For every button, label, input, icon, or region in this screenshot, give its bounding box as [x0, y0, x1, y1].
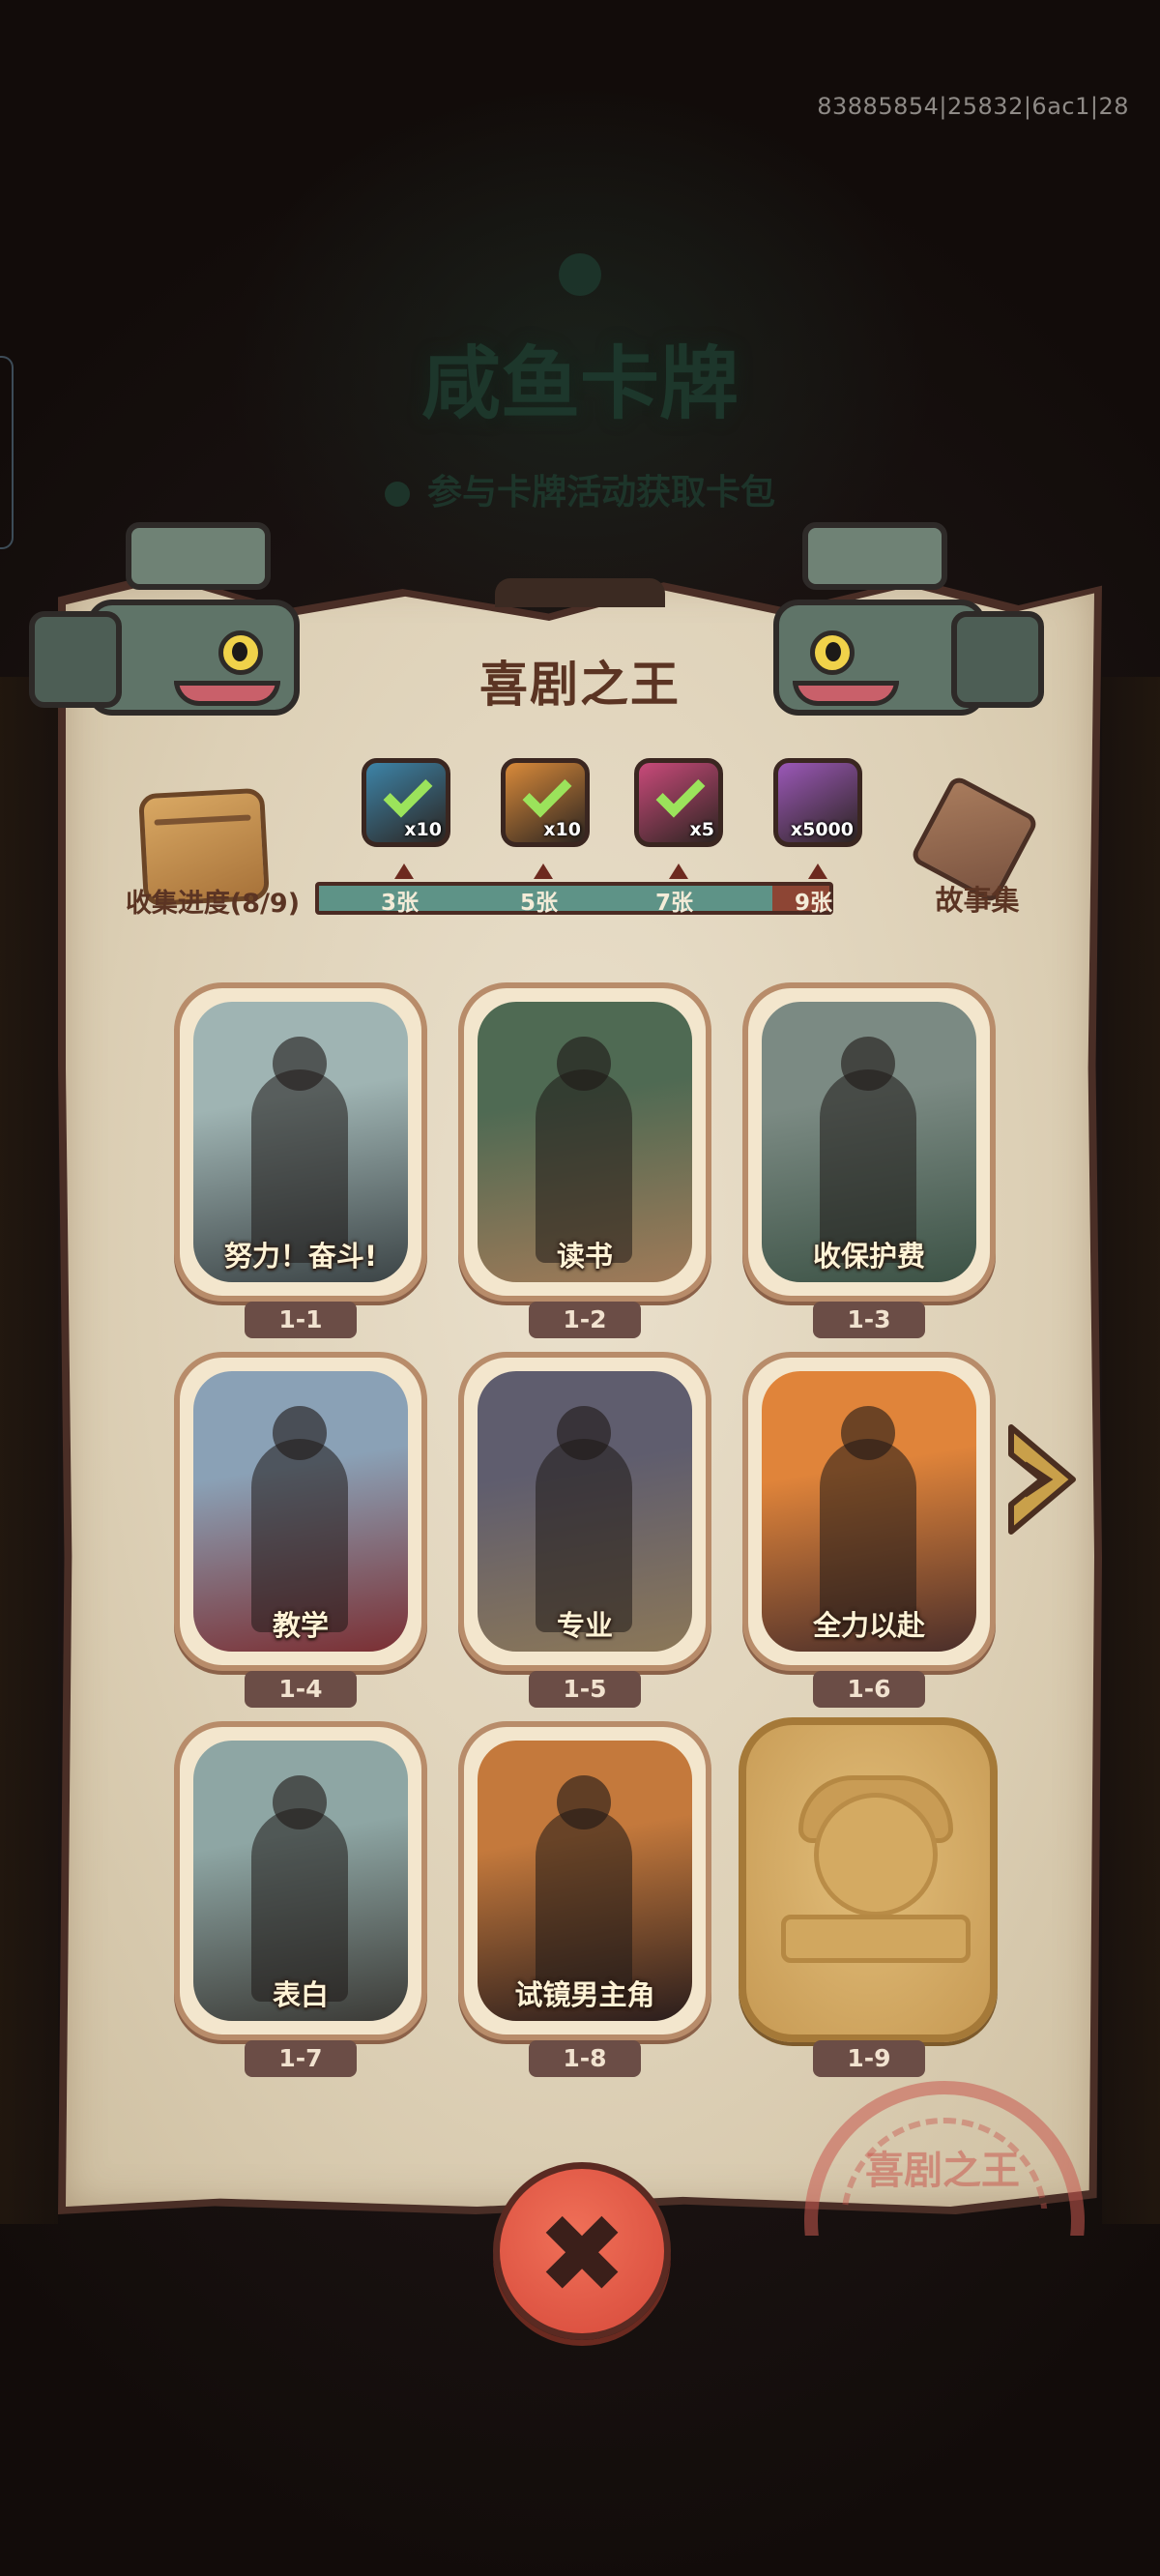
close-icon: ✖ — [536, 2192, 627, 2318]
crystal-reward-icon[interactable]: x5000 — [773, 758, 862, 847]
card-number-tag: 1-4 — [245, 1671, 357, 1708]
card-title: 专业 — [556, 1609, 613, 1642]
card-1-5[interactable]: 专业 — [458, 1352, 711, 1671]
camera-fish-icon-right — [754, 522, 1044, 716]
next-page-arrow-icon[interactable] — [1005, 1421, 1079, 1537]
orange-card-reward-icon[interactable]: x10 — [501, 758, 590, 847]
background-right-strip — [1102, 677, 1160, 2224]
card-1-2[interactable]: 读书 — [458, 982, 711, 1302]
threshold-marker — [394, 864, 414, 879]
camera-fish-icon-left — [29, 522, 319, 716]
card-1-4[interactable]: 教学 — [174, 1352, 427, 1671]
character-head-icon — [557, 1406, 611, 1460]
purple-orb-reward-icon[interactable]: x5 — [634, 758, 723, 847]
card-title: 试镜男主角 — [514, 1978, 655, 2011]
background-subtitle: 参与卡牌活动获取卡包 — [0, 464, 1160, 514]
character-head-icon — [557, 1775, 611, 1830]
reward-count: x10 — [404, 819, 442, 840]
card-1-6[interactable]: 全力以赴 — [742, 1352, 996, 1671]
background-title: 咸鱼卡牌 — [420, 338, 739, 430]
collect-progress-label: 收集进度(8/9) — [125, 889, 301, 919]
threshold-label: 9张 — [795, 891, 833, 916]
check-icon — [522, 768, 572, 818]
locked-silhouette-icon — [781, 1915, 971, 1963]
reward-count: x10 — [543, 819, 581, 840]
card-locked[interactable] — [739, 1717, 998, 2042]
card-number-tag: 1-5 — [529, 1671, 641, 1708]
card-number-tag: 1-1 — [245, 1302, 357, 1338]
background-left-strip — [0, 677, 58, 2224]
card-1-8[interactable]: 试镜男主角 — [458, 1721, 711, 2040]
character-head-icon — [273, 1775, 327, 1830]
character-head-icon — [841, 1037, 895, 1091]
threshold-label: 3张 — [381, 891, 420, 916]
check-icon — [383, 768, 433, 818]
background-subtitle-text: 参与卡牌活动获取卡包 — [426, 473, 775, 512]
card-number-tag: 1-3 — [813, 1302, 925, 1338]
card-number-tag: 1-9 — [813, 2040, 925, 2077]
card-title: 收保护费 — [812, 1240, 925, 1273]
threshold-marker — [669, 864, 688, 879]
character-head-icon — [273, 1037, 327, 1091]
card-title: 全力以赴 — [812, 1609, 925, 1642]
threshold-label: 7张 — [655, 891, 694, 916]
watermark: 83885854|25832|6ac1|28 — [817, 93, 1129, 120]
reward-count: x5 — [689, 819, 714, 840]
story-collection-label[interactable]: 故事集 — [914, 878, 1040, 919]
background-emblem-icon — [559, 253, 601, 296]
blue-card-reward-icon[interactable]: x10 — [362, 758, 450, 847]
panel-title: 喜剧之王 — [479, 657, 681, 713]
info-dot-icon — [384, 482, 410, 507]
card-number-tag: 1-2 — [529, 1302, 641, 1338]
reward-count: x5000 — [790, 819, 854, 840]
card-1-3[interactable]: 收保护费 — [742, 982, 996, 1302]
character-head-icon — [841, 1406, 895, 1460]
check-icon — [655, 768, 706, 818]
threshold-marker — [534, 864, 553, 879]
card-number-tag: 1-8 — [529, 2040, 641, 2077]
card-title: 努力！奋斗! — [223, 1240, 378, 1273]
wax-seal-text: 喜剧之王 — [865, 2149, 1020, 2193]
threshold-label: 5张 — [520, 891, 559, 916]
locked-silhouette-icon — [814, 1793, 938, 1917]
card-1-7[interactable]: 表白 — [174, 1721, 427, 2040]
character-head-icon — [557, 1037, 611, 1091]
card-1-1[interactable]: 努力！奋斗! — [174, 982, 427, 1302]
card-title: 读书 — [556, 1240, 613, 1273]
close-button[interactable]: ✖ — [493, 2162, 671, 2340]
threshold-marker — [808, 864, 827, 879]
card-number-tag: 1-6 — [813, 1671, 925, 1708]
card-title: 教学 — [272, 1609, 329, 1642]
card-number-tag: 1-7 — [245, 2040, 357, 2077]
card-title: 表白 — [272, 1978, 329, 2011]
title-tab — [495, 578, 665, 607]
character-head-icon — [273, 1406, 327, 1460]
